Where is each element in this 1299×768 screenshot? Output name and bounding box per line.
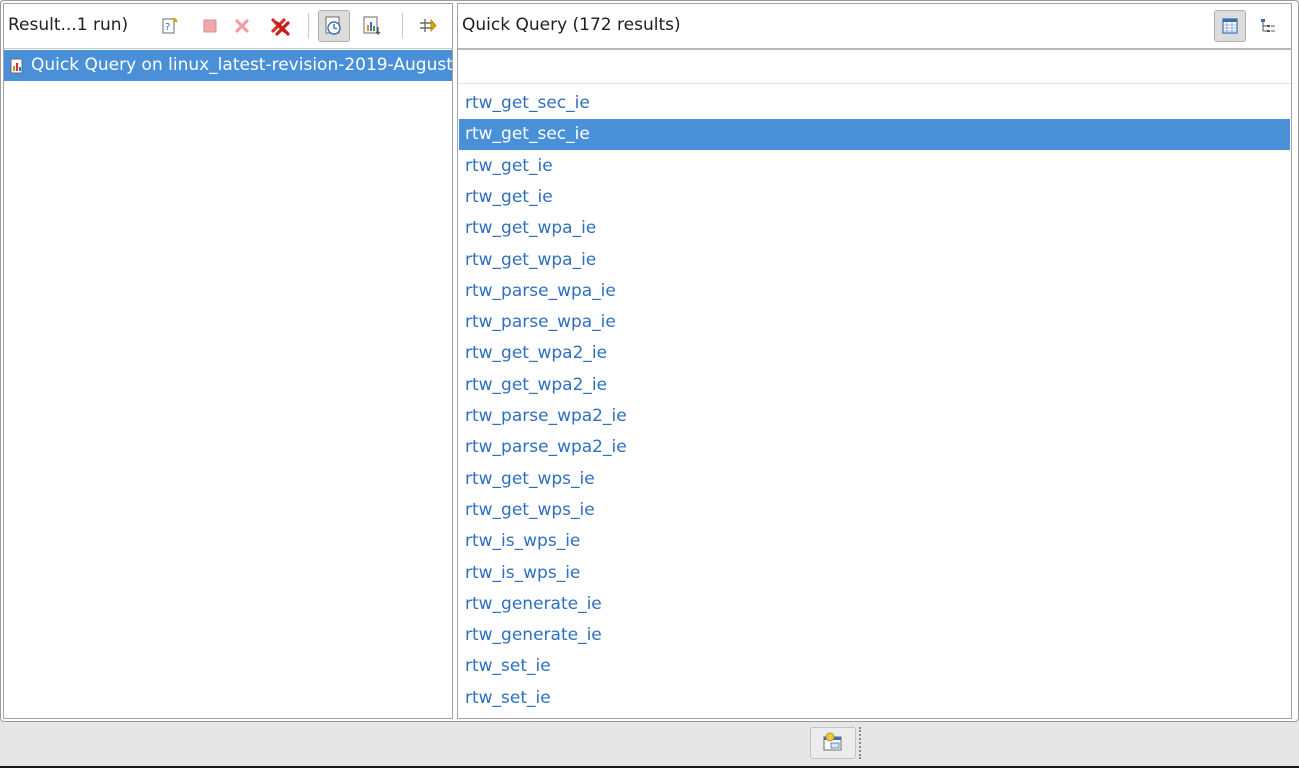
- tree-view-icon: [1261, 19, 1275, 32]
- open-view-button[interactable]: [810, 727, 856, 759]
- result-item[interactable]: rtw_get_wpa2_ie: [459, 370, 1290, 401]
- results-filter-input[interactable]: [458, 50, 1291, 84]
- result-item[interactable]: rtw_get_wps_ie: [459, 495, 1290, 526]
- chart-icon: [363, 16, 381, 35]
- status-bar-grip[interactable]: [859, 727, 863, 759]
- status-bar: [0, 722, 1299, 768]
- results-list: rtw_get_sec_ie rtw_get_sec_ie rtw_get_ie rt…: [458, 85, 1291, 718]
- result-item[interactable]: rtw_get_wpa_ie: [459, 245, 1290, 276]
- stop-button[interactable]: [194, 10, 226, 42]
- new-query-icon: ?: [162, 17, 178, 34]
- result-item[interactable]: rtw_is_wps_ie: [459, 558, 1290, 589]
- result-item[interactable]: rtw_generate_ie: [459, 620, 1290, 651]
- result-item[interactable]: rtw_get_ie: [459, 151, 1290, 182]
- result-item[interactable]: rtw_is_wps_ie: [459, 526, 1290, 557]
- result-item[interactable]: rtw_get_wpa_ie: [459, 213, 1290, 244]
- result-item[interactable]: rtw_get_ie: [459, 182, 1290, 213]
- chart-button[interactable]: [356, 10, 388, 42]
- table-view-icon: [1222, 18, 1238, 34]
- result-item[interactable]: rtw_get_wps_ie: [459, 464, 1290, 495]
- query-runs-toolbar: Result...1 run) ?: [4, 4, 452, 49]
- result-item[interactable]: rtw_set_ie: [459, 683, 1290, 714]
- result-item[interactable]: rtw_parse_wpa_ie: [459, 307, 1290, 338]
- query-runs-view: Result...1 run) ? Quick Query on linux_l…: [3, 3, 453, 719]
- query-results-view: Quick Query (172 results) rtw_get_sec_ie…: [457, 3, 1292, 719]
- query-run-label: Quick Query on linux_latest-revision-201…: [31, 55, 452, 75]
- query-results-header: Quick Query (172 results): [458, 4, 1291, 50]
- result-item[interactable]: rtw_set_ie: [459, 651, 1290, 682]
- toolbar-separator: [308, 13, 309, 39]
- result-item[interactable]: rtw_get_wpa2_ie: [459, 338, 1290, 369]
- open-view-icon: [823, 732, 842, 751]
- query-run-item[interactable]: Quick Query on linux_latest-revision-201…: [4, 50, 452, 81]
- remove-all-button[interactable]: [264, 10, 296, 42]
- result-item[interactable]: rtw_get_sec_ie: [459, 119, 1290, 151]
- remove-all-icon: [271, 18, 290, 36]
- result-item[interactable]: rtw_get_sec_ie: [459, 88, 1290, 119]
- query-results-title: Quick Query (172 results): [462, 15, 681, 35]
- toolbar-separator: [402, 13, 403, 39]
- remove-button[interactable]: [226, 10, 258, 42]
- result-item[interactable]: rtw_parse_wpa_ie: [459, 276, 1290, 307]
- result-item[interactable]: rtw_parse_wpa2_ie: [459, 401, 1290, 432]
- query-result-icon: [10, 58, 23, 74]
- table-view-button[interactable]: [1214, 10, 1246, 42]
- stop-icon: [203, 19, 217, 33]
- pin-icon: [420, 18, 437, 33]
- result-item[interactable]: rtw_parse_wpa2_ie: [459, 432, 1290, 463]
- app-window: Result...1 run) ? Quick Query on linux_l…: [0, 0, 1299, 768]
- result-item[interactable]: rtw_generate_ie: [459, 589, 1290, 620]
- history-button[interactable]: [318, 10, 350, 42]
- new-query-button[interactable]: ?: [154, 10, 186, 42]
- pin-button[interactable]: [412, 10, 444, 42]
- history-icon: [325, 16, 341, 35]
- remove-icon: [235, 19, 249, 33]
- svg-text:?: ?: [165, 22, 170, 33]
- query-runs-title: Result...1 run): [8, 15, 129, 35]
- tree-view-button[interactable]: [1252, 10, 1284, 42]
